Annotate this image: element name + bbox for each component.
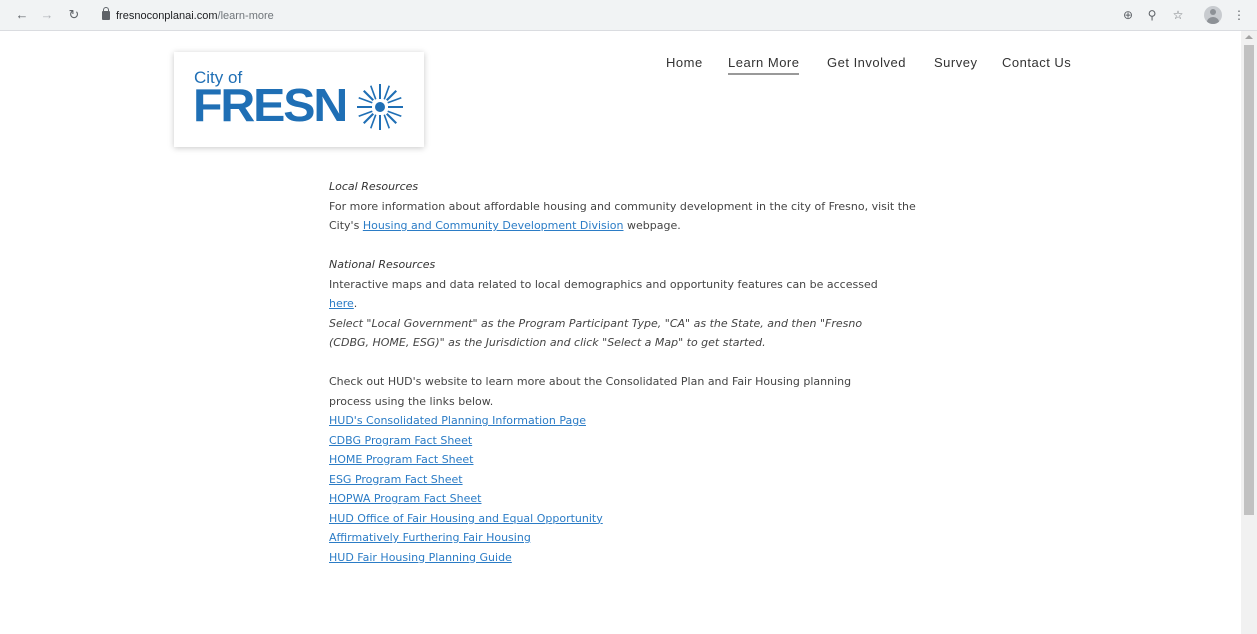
home-fact-sheet-link[interactable]: HOME Program Fact Sheet (329, 450, 474, 470)
national-resources-heading: National Resources (329, 258, 436, 271)
nav-contact-us[interactable]: Contact Us (1002, 55, 1071, 70)
back-icon[interactable]: ← (14, 7, 30, 23)
learn-more-content: Local Resources For more information abo… (329, 177, 929, 567)
browser-toolbar: ← → ↻ fresnoconplanai.com/learn-more ⊕ ⚲… (0, 0, 1257, 31)
add-icon[interactable]: ⊕ (1120, 7, 1136, 23)
address-bar[interactable]: fresnoconplanai.com/learn-more (102, 7, 274, 25)
menu-kebab-icon[interactable]: ⋮ (1231, 7, 1247, 23)
url-domain: fresnoconplanai.com (116, 10, 218, 22)
nav-get-involved[interactable]: Get Involved (827, 55, 906, 70)
map-instructions: Select "Local Government" as the Program… (329, 316, 863, 350)
nav-survey[interactable]: Survey (934, 55, 977, 70)
national-resources-text: Interactive maps and data related to loc… (329, 275, 899, 314)
hud-intro-text: Check out HUD's website to learn more ab… (329, 375, 852, 408)
national-resources-section: National Resources Interactive maps and … (329, 255, 929, 353)
affirmatively-furthering-link[interactable]: Affirmatively Furthering Fair Housing (329, 528, 531, 548)
fair-housing-guide-link[interactable]: HUD Fair Housing Planning Guide (329, 548, 512, 568)
fair-housing-office-link[interactable]: HUD Office of Fair Housing and Equal Opp… (329, 509, 603, 529)
lock-icon (102, 7, 110, 20)
zoom-icon[interactable]: ⚲ (1144, 7, 1160, 23)
local-text-after: webpage. (623, 219, 681, 232)
nav-home[interactable]: Home (666, 55, 703, 70)
national-text-after: . (353, 297, 358, 310)
logo-fresno-text: FRESN (193, 79, 348, 131)
sunburst-icon (357, 84, 403, 130)
housing-division-link[interactable]: Housing and Community Development Divisi… (363, 219, 624, 232)
page-scrollbar[interactable] (1241, 31, 1257, 634)
star-icon[interactable]: ☆ (1170, 7, 1186, 23)
hud-consolidated-planning-link[interactable]: HUD's Consolidated Planning Information … (329, 411, 586, 431)
cdbg-fact-sheet-link[interactable]: CDBG Program Fact Sheet (329, 431, 472, 451)
local-resources-text: For more information about affordable ho… (329, 197, 919, 236)
local-resources-section: Local Resources For more information abo… (329, 177, 929, 236)
nav-learn-more[interactable]: Learn More (728, 55, 800, 75)
reload-icon[interactable]: ↻ (66, 7, 82, 23)
esg-fact-sheet-link[interactable]: ESG Program Fact Sheet (329, 470, 463, 490)
national-text-before: Interactive maps and data related to loc… (329, 277, 878, 291)
hopwa-fact-sheet-link[interactable]: HOPWA Program Fact Sheet (329, 489, 482, 509)
maps-here-link[interactable]: here (329, 297, 354, 310)
forward-icon[interactable]: → (39, 7, 55, 23)
local-resources-heading: Local Resources (329, 180, 419, 193)
url-path: /learn-more (217, 10, 274, 22)
scroll-up-arrow-icon[interactable] (1245, 35, 1253, 39)
city-of-fresno-logo[interactable]: City of FRESN (174, 52, 424, 147)
scroll-thumb[interactable] (1244, 45, 1254, 515)
profile-avatar-icon[interactable] (1204, 6, 1222, 24)
hud-links-section: Check out HUD's website to learn more ab… (329, 372, 929, 567)
